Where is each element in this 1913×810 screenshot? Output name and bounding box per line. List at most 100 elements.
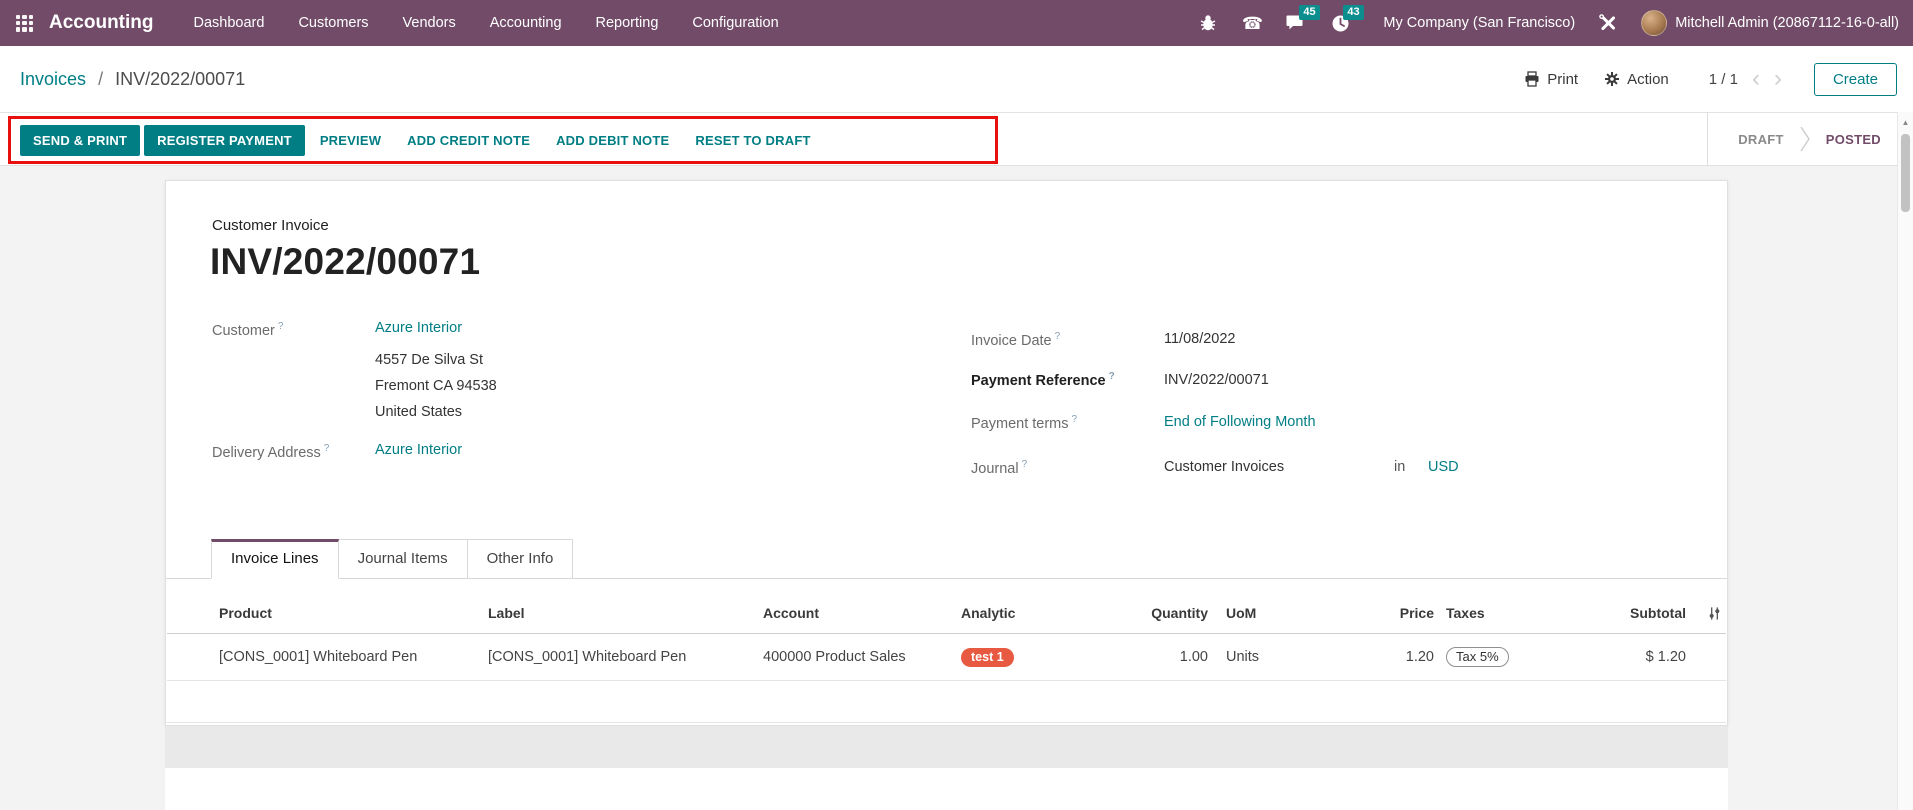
control-panel-right: Print Action 1 / 1 ‹ › Create xyxy=(1524,63,1897,96)
cell-product[interactable]: [CONS_0001] Whiteboard Pen xyxy=(219,649,488,665)
col-header-taxes[interactable]: Taxes xyxy=(1446,605,1606,621)
preview-button[interactable]: PREVIEW xyxy=(309,125,392,156)
customer-label: Customer? xyxy=(212,321,283,339)
cell-analytic[interactable]: test 1 xyxy=(961,648,1141,667)
status-posted[interactable]: POSTED xyxy=(1826,132,1881,147)
debug-bug-icon[interactable] xyxy=(1197,12,1219,34)
cell-quantity[interactable]: 1.00 xyxy=(1141,649,1226,665)
cell-uom[interactable]: Units xyxy=(1226,649,1346,665)
table-row[interactable]: [CONS_0001] Whiteboard Pen [CONS_0001] W… xyxy=(167,634,1726,681)
navbar-right: ☎ 45 43 My Company (San Francisco) xyxy=(1197,10,1899,36)
journal-value[interactable]: Customer Invoices xyxy=(1164,459,1284,475)
action-button[interactable]: Action xyxy=(1604,71,1669,88)
delivery-address-link[interactable]: Azure Interior xyxy=(375,442,462,458)
print-label: Print xyxy=(1547,71,1578,88)
status-draft[interactable]: DRAFT xyxy=(1738,132,1784,147)
tab-journal-items[interactable]: Journal Items xyxy=(338,539,468,579)
cell-label[interactable]: [CONS_0001] Whiteboard Pen xyxy=(488,649,763,665)
menu-customers[interactable]: Customers xyxy=(298,15,368,31)
cell-subtotal[interactable]: $ 1.20 xyxy=(1606,649,1686,665)
send-print-button[interactable]: SEND & PRINT xyxy=(20,125,140,156)
col-header-price[interactable]: Price xyxy=(1346,605,1446,621)
user-menu[interactable]: Mitchell Admin (20867112-16-0-all) xyxy=(1641,10,1899,36)
action-label: Action xyxy=(1627,71,1669,88)
help-icon: ? xyxy=(324,443,330,454)
breadcrumb-current: INV/2022/00071 xyxy=(115,69,245,89)
menu-vendors[interactable]: Vendors xyxy=(403,15,456,31)
add-debit-note-button[interactable]: ADD DEBIT NOTE xyxy=(545,125,680,156)
help-icon: ? xyxy=(1022,459,1028,470)
invoice-lines-table: Product Label Account Analytic Quantity … xyxy=(167,579,1726,723)
pager-next-icon[interactable]: › xyxy=(1774,67,1782,91)
help-icon: ? xyxy=(1109,371,1115,382)
breadcrumb-invoices-link[interactable]: Invoices xyxy=(20,69,86,89)
payment-reference-label: Payment Reference? xyxy=(971,371,1115,389)
col-header-subtotal[interactable]: Subtotal xyxy=(1606,605,1686,621)
status-pipeline: DRAFT POSTED xyxy=(1707,113,1881,165)
print-button[interactable]: Print xyxy=(1524,71,1578,88)
scrollbar-up-icon[interactable]: ▲ xyxy=(1898,118,1913,127)
cell-account[interactable]: 400000 Product Sales xyxy=(763,649,961,665)
top-navbar: Accounting Dashboard Customers Vendors A… xyxy=(0,0,1913,46)
help-icon: ? xyxy=(1055,331,1061,342)
payment-terms-label: Payment terms? xyxy=(971,414,1077,432)
create-button[interactable]: Create xyxy=(1814,63,1897,96)
app-title[interactable]: Accounting xyxy=(49,12,154,34)
menu-accounting[interactable]: Accounting xyxy=(490,15,562,31)
pager-previous-icon[interactable]: ‹ xyxy=(1752,67,1760,91)
journal-in-text: in xyxy=(1394,459,1405,475)
control-panel: Invoices / INV/2022/00071 Print xyxy=(0,46,1913,112)
payment-terms-link[interactable]: End of Following Month xyxy=(1164,414,1316,430)
register-payment-button[interactable]: REGISTER PAYMENT xyxy=(144,125,305,156)
notebook-tabs: Invoice Lines Journal Items Other Info xyxy=(166,535,1727,579)
journal-currency-link[interactable]: USD xyxy=(1428,459,1459,475)
col-header-analytic[interactable]: Analytic xyxy=(961,605,1141,621)
document-type-label: Customer Invoice xyxy=(212,217,329,234)
statusbar: SEND & PRINT REGISTER PAYMENT PREVIEW AD… xyxy=(0,112,1913,166)
apps-menu-icon[interactable] xyxy=(16,15,33,32)
breadcrumb: Invoices / INV/2022/00071 xyxy=(20,69,245,90)
user-avatar xyxy=(1641,10,1667,36)
help-icon: ? xyxy=(1072,414,1078,425)
menu-reporting[interactable]: Reporting xyxy=(596,15,659,31)
col-header-label[interactable]: Label xyxy=(488,605,763,621)
optional-columns-icon[interactable] xyxy=(1686,606,1726,621)
voip-phone-icon[interactable]: ☎ xyxy=(1241,12,1263,34)
col-header-uom[interactable]: UoM xyxy=(1226,605,1346,621)
pager-count: 1 / 1 xyxy=(1709,71,1738,88)
cell-taxes[interactable]: Tax 5% xyxy=(1446,647,1606,667)
customer-link[interactable]: Azure Interior xyxy=(375,320,462,336)
add-credit-note-button[interactable]: ADD CREDIT NOTE xyxy=(396,125,541,156)
payment-reference-value[interactable]: INV/2022/00071 xyxy=(1164,372,1269,388)
gear-icon xyxy=(1604,71,1620,87)
activities-count-badge: 43 xyxy=(1343,5,1363,20)
analytic-badge[interactable]: test 1 xyxy=(961,648,1014,667)
help-icon: ? xyxy=(278,321,284,332)
company-switcher[interactable]: My Company (San Francisco) xyxy=(1383,15,1575,31)
journal-label: Journal? xyxy=(971,459,1027,477)
address-line: Fremont CA 94538 xyxy=(375,378,497,394)
invoice-date-value[interactable]: 11/08/2022 xyxy=(1164,331,1236,347)
reset-to-draft-button[interactable]: RESET TO DRAFT xyxy=(684,125,821,156)
scrollbar-thumb[interactable] xyxy=(1901,134,1910,212)
messages-icon[interactable]: 45 xyxy=(1285,12,1307,34)
col-header-account[interactable]: Account xyxy=(763,605,961,621)
invoice-number-title: INV/2022/00071 xyxy=(210,241,480,283)
pager: 1 / 1 ‹ › xyxy=(1709,67,1782,91)
menu-configuration[interactable]: Configuration xyxy=(692,15,778,31)
col-header-quantity[interactable]: Quantity xyxy=(1141,605,1226,621)
menu-dashboard[interactable]: Dashboard xyxy=(194,15,265,31)
cell-price[interactable]: 1.20 xyxy=(1346,649,1446,665)
sheet-bottom-gap xyxy=(165,726,1728,768)
tax-pill[interactable]: Tax 5% xyxy=(1446,647,1509,667)
activities-clock-icon[interactable]: 43 xyxy=(1329,12,1351,34)
tab-other-info[interactable]: Other Info xyxy=(467,539,574,579)
table-header-row: Product Label Account Analytic Quantity … xyxy=(167,579,1726,634)
vertical-scrollbar[interactable]: ▲ xyxy=(1897,112,1913,810)
col-header-product[interactable]: Product xyxy=(219,605,488,621)
user-name: Mitchell Admin (20867112-16-0-all) xyxy=(1675,15,1899,31)
tab-invoice-lines[interactable]: Invoice Lines xyxy=(211,539,339,579)
highlight-red-rectangle: SEND & PRINT REGISTER PAYMENT PREVIEW AD… xyxy=(8,116,998,164)
support-tools-icon[interactable] xyxy=(1597,12,1619,34)
status-arrow-icon xyxy=(1800,126,1810,152)
